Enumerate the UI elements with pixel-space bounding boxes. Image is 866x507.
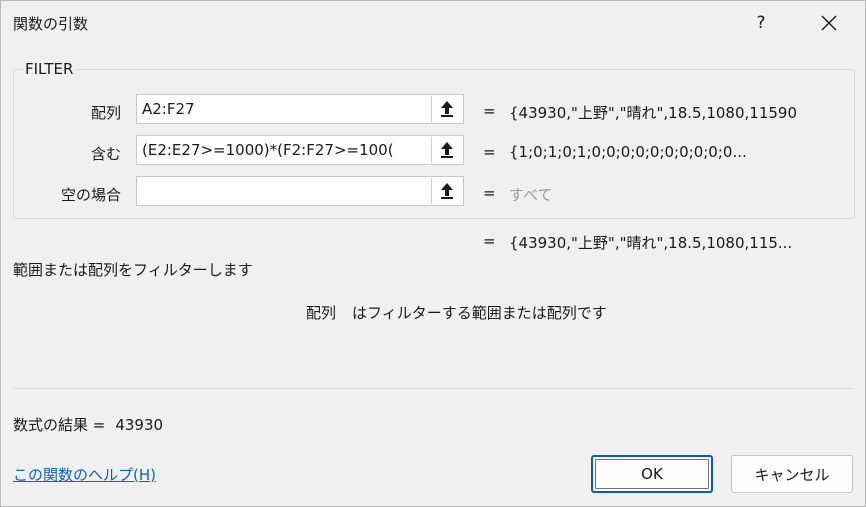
close-icon — [821, 15, 837, 31]
close-button[interactable] — [807, 5, 851, 41]
arg-input-if-empty[interactable] — [136, 176, 464, 206]
argument-description: 配列 はフィルターする範囲または配列です — [306, 302, 607, 323]
collapse-dialog-button-include[interactable] — [431, 137, 462, 163]
arg-eq-array: = — [483, 102, 496, 120]
arg-result-array: {43930,"上野","晴れ",18.5,1080,11590 — [509, 104, 797, 122]
collapse-dialog-button-if-empty[interactable] — [431, 178, 462, 204]
arg-input-include[interactable]: (E2:E27>=1000)*(F2:F27>=100( — [136, 135, 464, 165]
formula-result-value: 43930 — [115, 416, 164, 434]
argument-description-name: 配列 — [306, 304, 337, 322]
help-button[interactable]: ? — [741, 5, 781, 41]
function-name: FILTER — [23, 60, 76, 78]
divider — [13, 388, 853, 389]
arg-input-include-value: (E2:E27>=1000)*(F2:F27>=100( — [142, 141, 394, 159]
dialog-title: 関数の引数 — [13, 15, 89, 33]
arg-result-if-empty: すべて — [509, 186, 553, 204]
arg-eq-if-empty: = — [483, 184, 496, 202]
title-bar: 関数の引数 ? — [1, 1, 865, 45]
arg-label-include: 含む — [90, 145, 121, 163]
ok-button[interactable]: OK — [591, 455, 713, 493]
arg-label-array: 配列 — [90, 104, 121, 122]
arg-eq-include: = — [483, 143, 496, 161]
arg-input-array[interactable]: A2:F27 — [136, 94, 464, 124]
collapse-dialog-button-array[interactable] — [431, 96, 462, 122]
formula-result-label: 数式の結果 = — [13, 416, 106, 434]
arrow-up-icon — [441, 101, 453, 117]
arg-label-if-empty: 空の場合 — [60, 186, 121, 204]
overall-eq: = — [483, 232, 496, 250]
arg-input-array-value: A2:F27 — [142, 100, 195, 118]
arg-result-include: {1;0;1;0;1;0;0;0;0;0;0;0;0;0;0... — [509, 143, 747, 161]
cancel-button[interactable]: キャンセル — [731, 455, 853, 493]
formula-result: 数式の結果 = 43930 — [13, 414, 163, 435]
overall-result: {43930,"上野","晴れ",18.5,1080,115... — [509, 234, 793, 252]
arrow-up-icon — [441, 142, 453, 158]
function-description: 範囲または配列をフィルターします — [13, 261, 253, 279]
function-help-link[interactable]: この関数のヘルプ(H) — [13, 464, 156, 485]
arrow-up-icon — [441, 183, 453, 199]
argument-description-text: はフィルターする範囲または配列です — [352, 304, 607, 322]
function-arguments-dialog: 関数の引数 ? FILTER 配列 A2:F27 = {43930,"上野","… — [0, 0, 866, 507]
